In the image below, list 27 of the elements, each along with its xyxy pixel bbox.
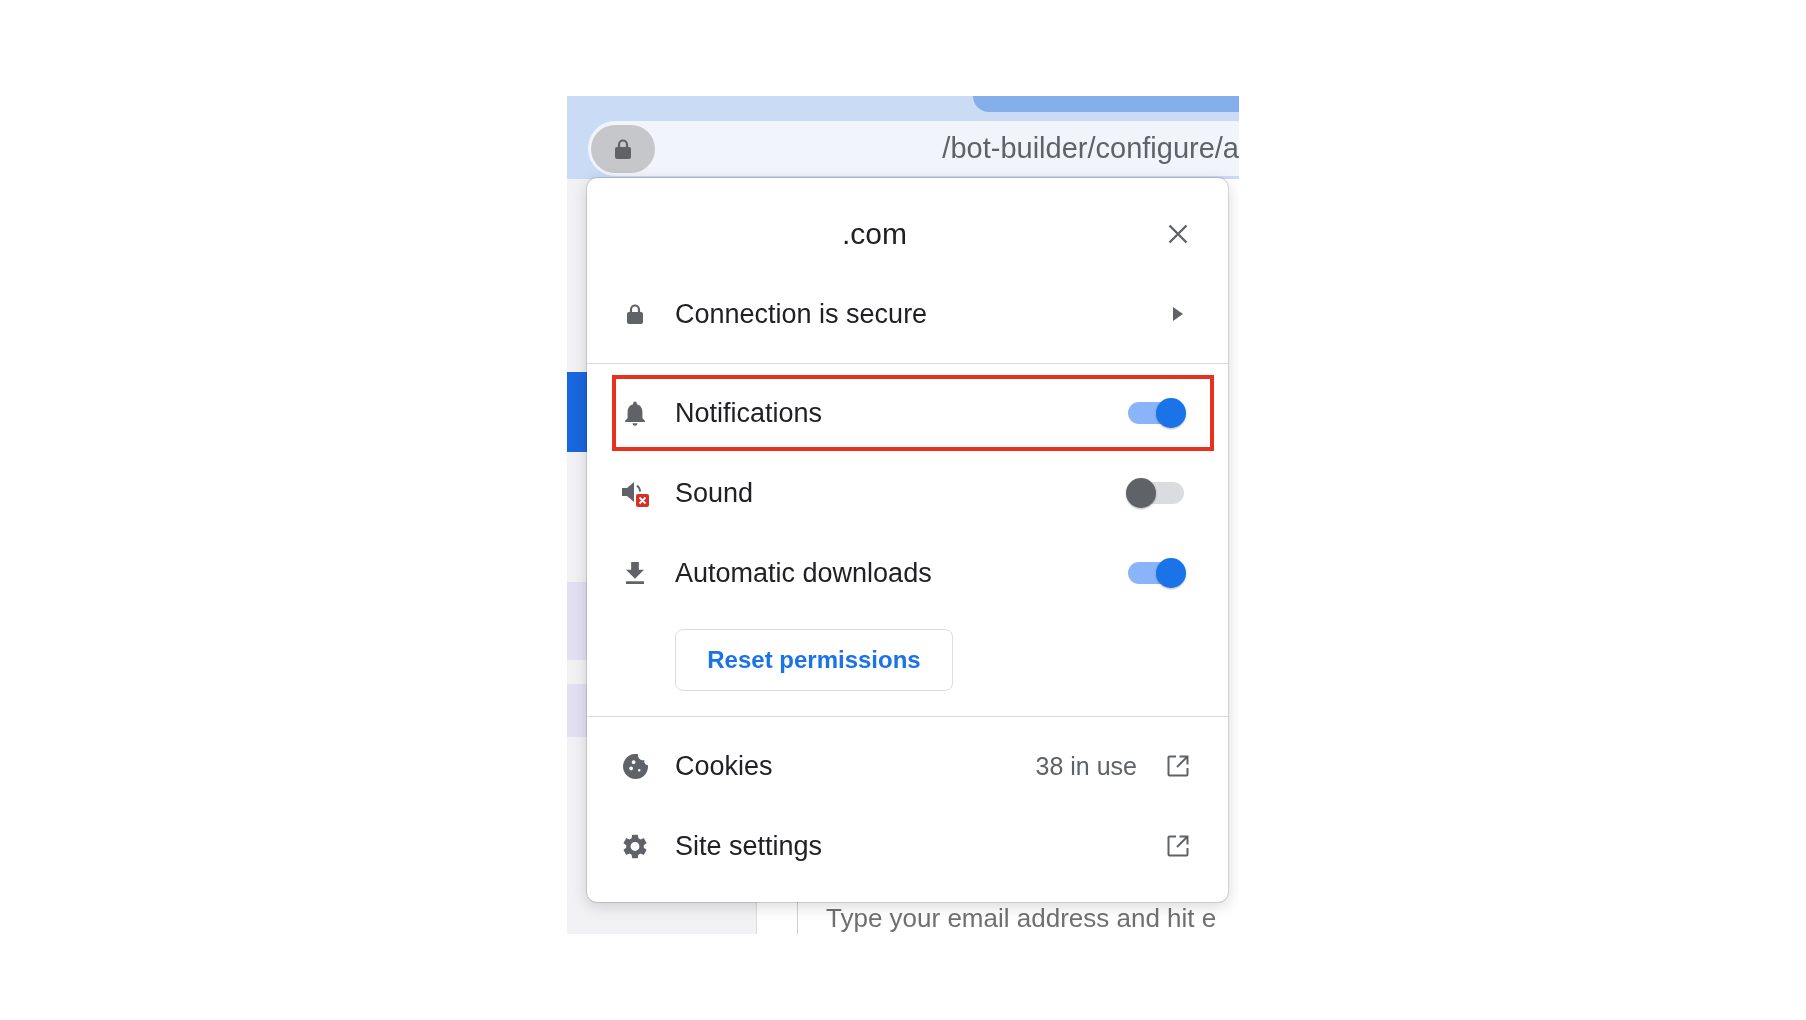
connection-status: Connection is secure [675, 298, 928, 330]
muted-speaker-icon [621, 479, 649, 507]
caret-icon[interactable] [1173, 307, 1183, 321]
external-link-icon[interactable] [1167, 755, 1189, 777]
toggle-switch[interactable] [1126, 478, 1186, 508]
reset-button[interactable]: Reset permissions [675, 629, 953, 691]
lock-icon [615, 138, 631, 159]
lock-icon [627, 304, 643, 324]
download-icon [626, 562, 644, 584]
close-icon [1168, 224, 1188, 244]
popup-title: .com [842, 217, 907, 251]
close-button[interactable] [1166, 222, 1190, 246]
external-link-icon[interactable] [1167, 835, 1189, 857]
bell-icon [625, 400, 645, 426]
usage-count: 38 in use [1035, 751, 1137, 781]
toggle-switch[interactable] [1126, 558, 1186, 588]
site-info-button[interactable] [591, 124, 655, 173]
permission-label: Notifications [675, 397, 823, 429]
menu-item-label[interactable]: Cookies [675, 750, 773, 782]
gear-icon [623, 833, 647, 859]
permission-label: Automatic downloads [675, 557, 932, 589]
url-text: /bot-builder/configure/a [942, 132, 1239, 165]
cookie-icon [622, 753, 648, 779]
permission-label: Sound [675, 477, 754, 509]
menu-item-label[interactable]: Site settings [675, 830, 823, 862]
toggle-switch[interactable] [1126, 398, 1186, 428]
address-bar[interactable]: /bot-builder/configure/a [588, 121, 1239, 176]
